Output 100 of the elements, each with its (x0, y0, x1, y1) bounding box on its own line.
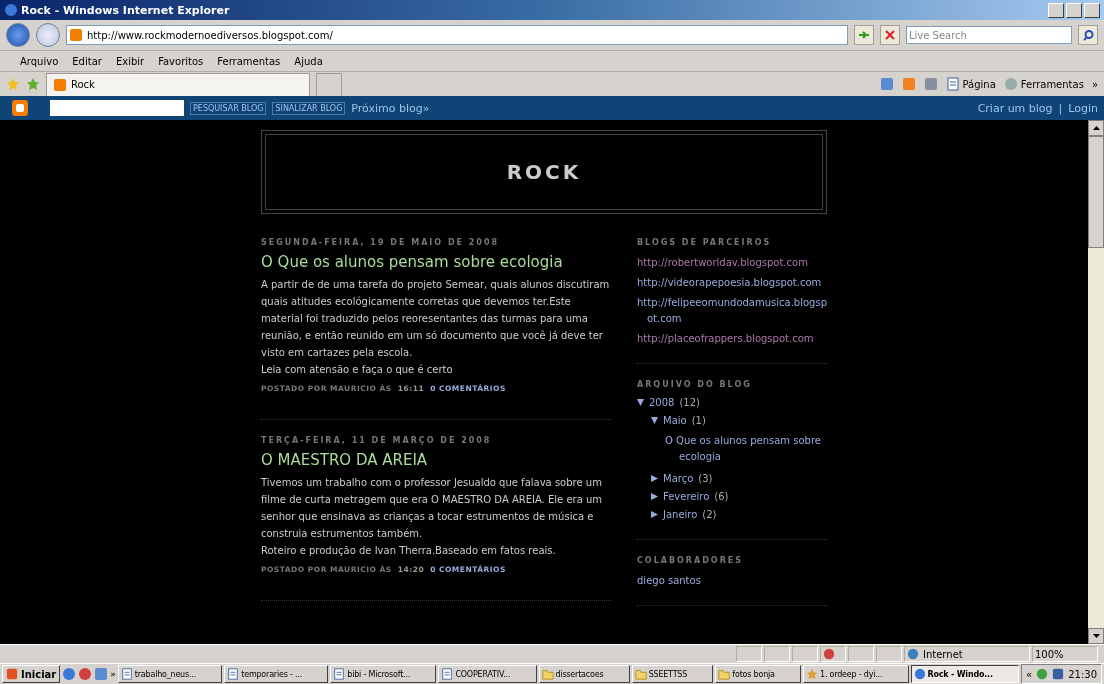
zone-label: Internet (923, 648, 963, 660)
page-icon (945, 77, 960, 91)
taskbar-button[interactable]: fotos bonja (715, 665, 801, 683)
search-blog-button[interactable]: PESQUISAR BLOG (190, 101, 267, 115)
expanded-triangle-icon[interactable] (651, 417, 658, 424)
post-date: TERÇA-FEIRA, 11 DE MARÇO DE 2008 (261, 436, 493, 445)
post-title[interactable]: O Que os alunos pensam sobre ecologia (261, 253, 611, 271)
post-text: A partir de de uma tarefa do projeto Semear, quais alunos discutiram quais atitudes ecológicamente corretas que devemos ter.Este material foi traduzido pelos reoresentantes das turmas para uma reunião, e então reunido em um só documento que você já deve ter visto em cartazes pela escola. (261, 278, 611, 360)
widget-heading: BLOGS DE PARCEIROS (637, 238, 773, 247)
post-text: Leia com atensão e faça o que é certo (261, 363, 454, 377)
blogger-icon (53, 77, 67, 92)
sidebar-link[interactable]: http://videorapepoesia.blogspot.com (637, 275, 827, 291)
browser-tab[interactable]: Rock (46, 72, 310, 96)
taskbar-button[interactable]: dissertacoes (538, 665, 630, 683)
tools-menu[interactable]: Ferramentas (1003, 77, 1084, 91)
archive-link[interactable]: Março (663, 473, 694, 484)
menu-item[interactable]: Editar (72, 55, 102, 67)
start-button[interactable]: Iniciar (2, 665, 61, 683)
down-arrow-icon (1092, 634, 1100, 638)
taskbar-button[interactable]: bibi - Microsoft... (330, 665, 437, 683)
folder-icon (541, 668, 554, 680)
post-count: (3) (698, 473, 713, 484)
collapsed-triangle-icon[interactable] (651, 493, 658, 500)
menu-item[interactable]: Exibir (115, 55, 145, 67)
sidebar-link[interactable]: http://robertworldav.blogspot.com (637, 255, 827, 271)
more-button[interactable]: » (1091, 78, 1098, 90)
zoom-control[interactable]: 100% (1032, 646, 1098, 662)
taskbar-button[interactable]: 1. ordeep - dyi... (803, 665, 909, 683)
menu-item[interactable]: Ajuda (294, 55, 323, 67)
document-icon (441, 668, 454, 680)
more-button[interactable]: » (110, 669, 116, 679)
expanded-triangle-icon[interactable] (637, 399, 644, 406)
taskbar-button[interactable]: temporaries - ... (224, 665, 329, 683)
back-button[interactable] (6, 23, 30, 47)
widget-heading: COLABORADORES (637, 556, 745, 565)
scrollbar-thumb[interactable] (1088, 136, 1104, 248)
collapsed-triangle-icon[interactable] (651, 511, 658, 518)
search-field[interactable]: Live Search (906, 26, 1072, 44)
search-button[interactable] (1078, 25, 1098, 45)
add-favorite-icon[interactable] (26, 77, 40, 91)
archive-link[interactable]: Fevereiro (663, 491, 710, 502)
minimize-button[interactable] (1048, 2, 1064, 18)
new-tab-button[interactable] (316, 72, 342, 96)
status-pane (848, 646, 874, 662)
restore-button[interactable] (1066, 2, 1082, 18)
up-arrow-icon (1092, 126, 1100, 130)
next-blog-link[interactable]: Próximo blog» (351, 101, 430, 115)
taskbar-button[interactable]: trabalho_neus... (117, 665, 223, 683)
post-count: (1) (691, 415, 706, 426)
clock: 21:30 (1068, 668, 1097, 680)
status-pane (764, 646, 790, 662)
blogger-logo[interactable] (12, 100, 28, 116)
taskbar-button[interactable]: Rock - Windo... (910, 665, 1019, 683)
post-count: (2) (702, 509, 717, 520)
collapsed-triangle-icon[interactable] (651, 475, 658, 482)
separator: | (1058, 101, 1063, 115)
stop-button[interactable] (880, 25, 900, 45)
archive-link[interactable]: Janeiro (663, 509, 698, 520)
forward-button[interactable] (36, 23, 60, 47)
window-title: Rock - Windows Internet Explorer (21, 3, 230, 17)
sidebar-link[interactable]: http://felipeeomundodamusica.blogspot.com (637, 295, 827, 327)
flag-blog-button[interactable]: SINALIZAR BLOG (272, 101, 346, 115)
sidebar-link[interactable]: diego santos (637, 573, 827, 589)
address-field[interactable]: http://www.rockmodernoediversos.blogspot.com/ (66, 25, 848, 45)
post-count: (6) (714, 491, 729, 502)
refresh-icon (858, 30, 870, 40)
post-count: (12) (679, 397, 700, 408)
menu-item[interactable]: Arquivo (20, 55, 59, 67)
close-button[interactable] (1084, 2, 1100, 18)
tray-toggle[interactable]: « (1026, 668, 1033, 680)
status-pane (792, 646, 818, 662)
post-text: Tivemos um trabalho com o professor Jesualdo que falava sobre um filme de curta metragem que era O MAESTRO DA AREIA. Ele era um senhor que ensinava as crianças a tocar estrumentos de música e construia estrumentos também. (261, 476, 604, 541)
archive-post-link[interactable]: O Que os alunos pensam sobre ecologia (651, 433, 827, 465)
archive-link[interactable]: Maio (663, 415, 687, 426)
login-link[interactable]: Login (1068, 101, 1098, 115)
close-icon (885, 30, 895, 40)
menu-item[interactable]: Favoritos (158, 55, 204, 67)
sidebar-link[interactable]: http://placeofrappers.blogspot.com (637, 331, 827, 347)
folder-icon (718, 668, 731, 680)
search-icon (1082, 29, 1094, 41)
document-icon (333, 668, 346, 680)
taskbar-button[interactable]: COOPERATIV... (438, 665, 537, 683)
post-title[interactable]: O MAESTRO DA AREIA (261, 451, 611, 469)
page-menu[interactable]: Página (945, 77, 996, 91)
post-text: Roteiro e produção de Ivan Therra.Baseado em fatos reais. (261, 544, 557, 558)
post-date: SEGUNDA-FEIRA, 19 DE MAIO DE 2008 (261, 238, 501, 247)
scrollbar[interactable] (1088, 120, 1104, 644)
status-pane (876, 646, 902, 662)
create-blog-link[interactable]: Criar um blog (977, 101, 1053, 115)
blog-search-field[interactable] (50, 100, 184, 116)
star-icon[interactable] (6, 77, 20, 91)
widget-heading: ARQUIVO DO BLOG (637, 380, 753, 389)
archive-link[interactable]: 2008 (649, 397, 675, 408)
taskbar-button[interactable]: SSEETTSS (631, 665, 714, 683)
refresh-button[interactable] (854, 25, 874, 45)
blog-title: ROCK (506, 160, 582, 184)
document-icon (227, 668, 240, 680)
url-text: http://www.rockmodernoediversos.blogspot.com/ (87, 29, 333, 41)
blogger-icon (69, 28, 83, 42)
menu-item[interactable]: Ferramentas (217, 55, 281, 67)
